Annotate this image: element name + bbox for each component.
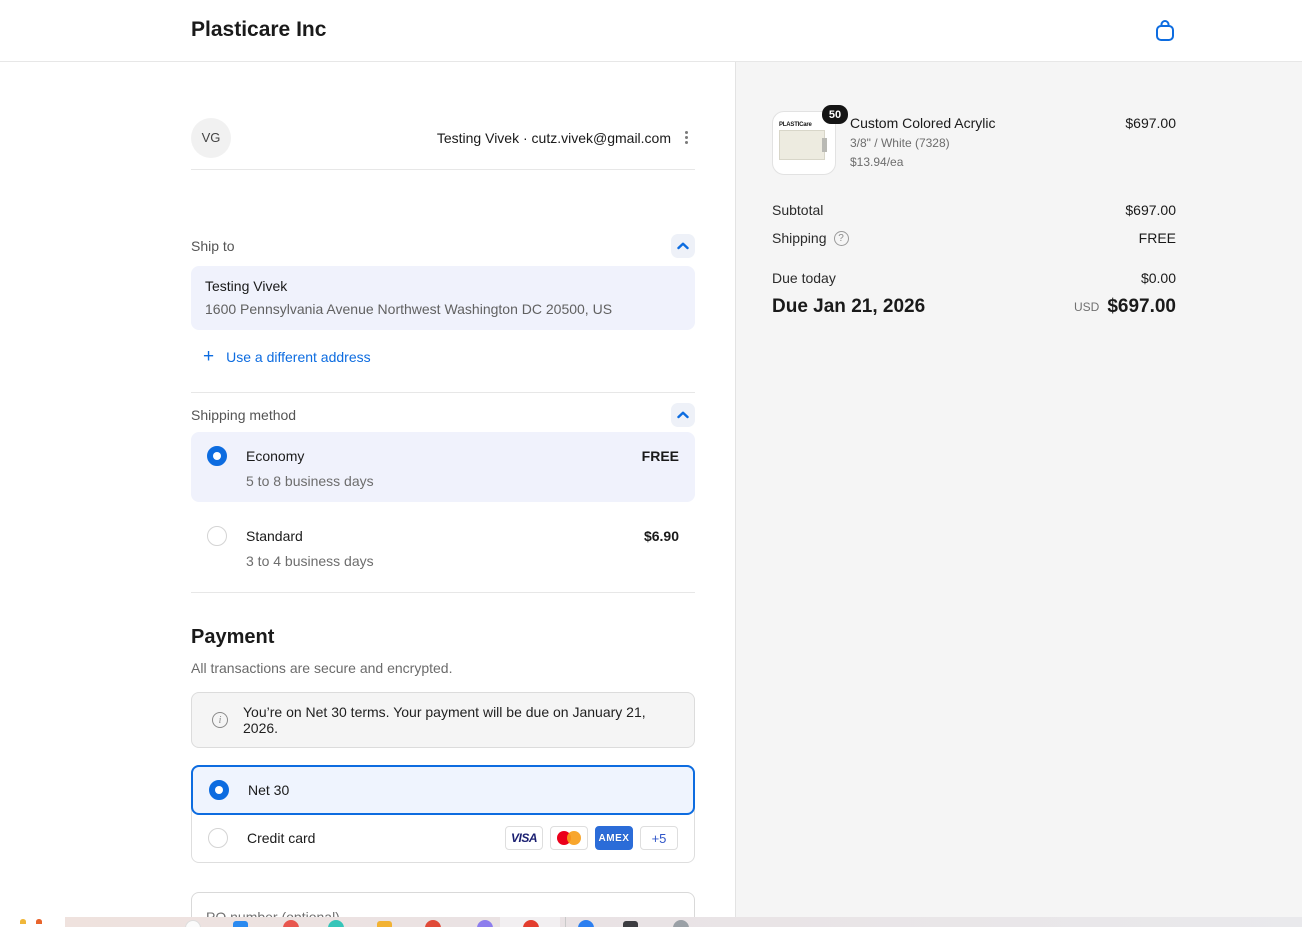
taskbar-app-icon-fragment[interactable]	[425, 920, 441, 927]
shipping-option-price: $6.90	[644, 528, 679, 544]
cart-button[interactable]	[1150, 16, 1180, 46]
shipping-method-header: Shipping method	[191, 403, 695, 427]
due-today-row: Due today $0.00	[772, 270, 1176, 286]
product-logo: PLASTICare	[779, 122, 829, 128]
shipping-option-name: Economy	[246, 448, 304, 464]
item-total-price: $697.00	[1125, 111, 1176, 175]
address-line: 1600 Pennsylvania Avenue Northwest Washi…	[205, 301, 681, 317]
shipping-address-card[interactable]: Testing Vivek 1600 Pennsylvania Avenue N…	[191, 266, 695, 330]
taskbar-app-icon-fragment[interactable]	[36, 919, 42, 924]
taskbar-app-icon-fragment[interactable]	[377, 921, 392, 927]
shipping-label: Shipping	[772, 230, 827, 246]
radio-unselected-icon[interactable]	[207, 526, 227, 546]
net30-terms-text: You’re on Net 30 terms. Your payment wil…	[243, 704, 674, 736]
ship-to-collapse-button[interactable]	[671, 234, 695, 258]
divider	[191, 592, 695, 593]
payment-title: Payment	[191, 626, 274, 649]
taskbar-app-icon-fragment[interactable]	[623, 921, 638, 927]
shipping-method-collapse-button[interactable]	[671, 403, 695, 427]
payment-method-name: Credit card	[247, 830, 315, 846]
payment-method-credit-card[interactable]: Credit card VISA AMEX +5	[192, 814, 694, 862]
taskbar	[0, 917, 1302, 927]
radio-unselected-icon[interactable]	[208, 828, 228, 848]
shipping-option-name: Standard	[246, 528, 303, 544]
due-total-row: Due Jan 21, 2026 USD $697.00	[772, 296, 1176, 318]
taskbar-left-fragment	[0, 917, 65, 927]
quantity-badge: 50	[822, 105, 848, 124]
shipping-row: Shipping ? FREE	[772, 230, 1176, 246]
account-identity: Testing Vivek · cutz.vivek@gmail.com	[437, 130, 671, 146]
taskbar-app-icon-fragment[interactable]	[673, 920, 689, 927]
shopping-bag-icon	[1154, 19, 1176, 43]
net30-terms-banner: i You’re on Net 30 terms. Your payment w…	[191, 692, 695, 748]
taskbar-app-icon-fragment[interactable]	[20, 919, 26, 924]
order-summary-panel: PLASTICare 50 Custom Colored Acrylic 3/8…	[735, 62, 1302, 927]
visa-icon: VISA	[505, 826, 543, 850]
taskbar-app-icon-fragment[interactable]	[233, 921, 248, 927]
use-different-address-label: Use a different address	[226, 349, 371, 365]
shipping-option-detail: 3 to 4 business days	[246, 553, 679, 569]
due-total-value: $697.00	[1107, 296, 1176, 318]
line-item: PLASTICare 50 Custom Colored Acrylic 3/8…	[772, 111, 1176, 175]
avatar: VG	[191, 118, 231, 158]
taskbar-app-icon-fragment[interactable]	[328, 920, 344, 927]
mastercard-icon	[550, 826, 588, 850]
checkout-form-panel: VG Testing Vivek · cutz.vivek@gmail.com …	[0, 62, 735, 927]
divider	[191, 392, 695, 393]
shipping-option-economy[interactable]: Economy FREE 5 to 8 business days	[191, 432, 695, 502]
header: Plasticare Inc	[0, 0, 1302, 62]
item-unit-price: $13.94/ea	[850, 155, 996, 169]
item-title: Custom Colored Acrylic	[850, 115, 996, 131]
subtotal-label: Subtotal	[772, 202, 823, 218]
taskbar-app-icon-fragment[interactable]	[185, 920, 201, 927]
payment-subtitle: All transactions are secure and encrypte…	[191, 660, 452, 676]
checkout-page: Plasticare Inc VG Testing Vivek · cutz.v…	[0, 0, 1302, 927]
help-icon[interactable]: ?	[834, 231, 849, 246]
currency-code: USD	[1074, 300, 1099, 314]
store-name: Plasticare Inc	[191, 18, 326, 42]
due-today-label: Due today	[772, 270, 836, 286]
use-different-address-link[interactable]: + Use a different address	[203, 349, 371, 365]
address-name: Testing Vivek	[205, 278, 681, 294]
more-cards-badge: +5	[640, 826, 678, 850]
chevron-up-icon	[677, 411, 689, 419]
due-total-label: Due Jan 21, 2026	[772, 296, 925, 318]
subtotal-value: $697.00	[1125, 202, 1176, 218]
due-today-value: $0.00	[1141, 270, 1176, 286]
payment-method-name: Net 30	[248, 782, 289, 798]
taskbar-app-icon-fragment[interactable]	[283, 920, 299, 927]
taskbar-app-icon-fragment[interactable]	[477, 920, 493, 927]
card-brand-badges: VISA AMEX +5	[505, 826, 678, 850]
shipping-method-label: Shipping method	[191, 407, 296, 423]
payment-methods-box: Net 30 Credit card VISA AMEX +5	[191, 765, 695, 863]
shipping-value: FREE	[1139, 230, 1176, 246]
shipping-option-detail: 5 to 8 business days	[246, 473, 679, 489]
plus-icon: +	[203, 349, 214, 365]
shipping-option-standard[interactable]: Standard $6.90 3 to 4 business days	[191, 512, 695, 582]
ship-to-label: Ship to	[191, 238, 235, 254]
subtotal-row: Subtotal $697.00	[772, 202, 1176, 218]
info-icon: i	[212, 712, 228, 728]
item-variant: 3/8" / White (7328)	[850, 136, 996, 150]
taskbar-divider	[565, 917, 566, 927]
account-row: VG Testing Vivek · cutz.vivek@gmail.com	[191, 106, 695, 170]
ship-to-header: Ship to	[191, 234, 695, 258]
account-menu-kebab-icon[interactable]	[677, 126, 695, 150]
amex-icon: AMEX	[595, 826, 633, 850]
acrylic-sheet-image	[779, 130, 825, 160]
radio-selected-icon[interactable]	[207, 446, 227, 466]
radio-selected-icon[interactable]	[209, 780, 229, 800]
shipping-option-price: FREE	[642, 448, 679, 464]
taskbar-strip	[65, 917, 1302, 927]
taskbar-app-icon-fragment[interactable]	[578, 920, 594, 927]
chevron-up-icon	[677, 242, 689, 250]
payment-method-net30[interactable]: Net 30	[191, 765, 695, 815]
